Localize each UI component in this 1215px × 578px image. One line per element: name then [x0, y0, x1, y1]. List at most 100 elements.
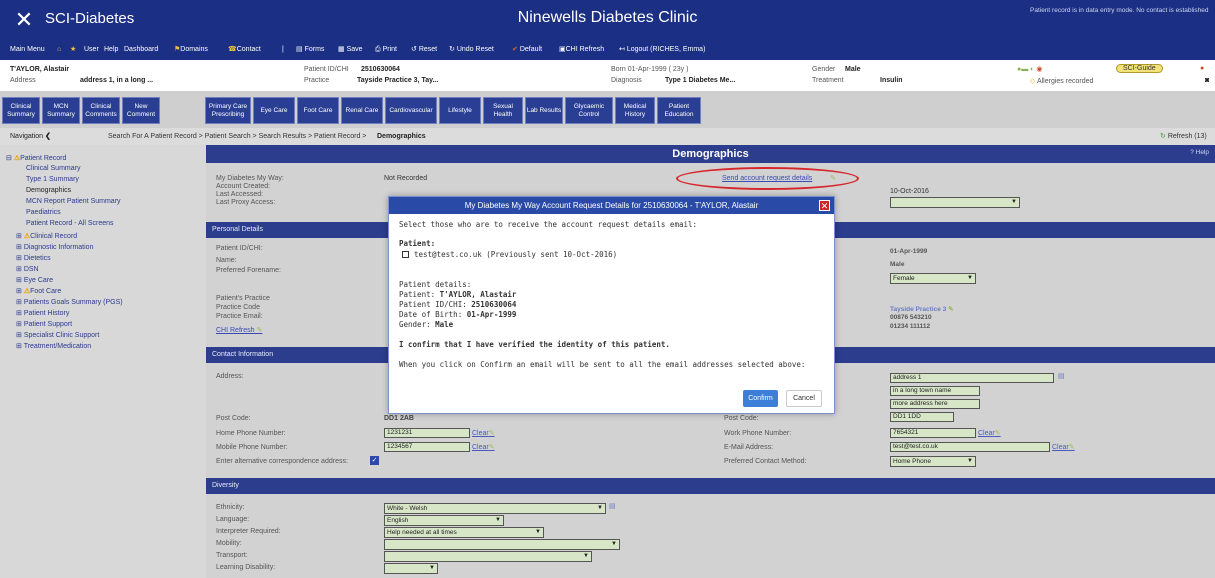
tab-lab-results[interactable]: Lab Results: [525, 97, 563, 124]
sidebar-item-type1-summary[interactable]: Type 1 Summary: [26, 176, 79, 183]
sidebar-item-treatment[interactable]: ⊞ Treatment/Medication: [16, 342, 91, 350]
home-phone-field[interactable]: 1231231: [384, 428, 470, 438]
sci-guide-button[interactable]: SCI-Guide: [1116, 64, 1163, 73]
forms-icon: ▤: [296, 46, 303, 53]
menu-forms-label: Forms: [304, 46, 325, 53]
work-phone-clear-link[interactable]: Clear✎: [978, 429, 1001, 437]
confirm-button[interactable]: Confirm: [743, 390, 778, 407]
sidebar-item-pgs[interactable]: ⊞ Patients Goals Summary (PGS): [16, 298, 123, 306]
tab-eye-care[interactable]: Eye Care: [253, 97, 295, 124]
transport-select[interactable]: ▼: [384, 551, 592, 562]
menu-print[interactable]: ⎙ Print: [375, 40, 397, 60]
sidebar-item-foot-care[interactable]: ⊞ ⚠Foot Care: [16, 287, 61, 295]
sidebar-item-specialist-clinic[interactable]: ⊞ Specialist Clinic Support: [16, 331, 99, 339]
tab-lifestyle[interactable]: Lifestyle: [439, 97, 481, 124]
address-line-1[interactable]: address 1: [890, 373, 1054, 383]
tab-primary-care-prescribing[interactable]: Primary Care Prescribing: [205, 97, 251, 124]
menu-save[interactable]: ▦ Save: [338, 40, 363, 60]
tab-patient-education[interactable]: Patient Education: [657, 97, 701, 124]
email-field[interactable]: test@test.co.uk: [890, 442, 1050, 452]
sidebar-item-dsn[interactable]: ⊞ DSN: [16, 265, 39, 273]
gender-value: Male: [845, 66, 861, 73]
email-option-label[interactable]: test@test.co.uk (Previously sent 10-Oct-…: [414, 250, 617, 259]
menu-chi-refresh[interactable]: ▣CHI Refresh: [559, 40, 604, 60]
address-line-3[interactable]: more address here: [890, 399, 980, 409]
work-phone-field[interactable]: 7654321: [890, 428, 976, 438]
menu-default[interactable]: ✔ Default: [512, 40, 542, 60]
menu-dashboard[interactable]: Dashboard: [124, 40, 158, 60]
language-select[interactable]: English ▼: [384, 515, 504, 526]
mobility-select[interactable]: ▼: [384, 539, 620, 550]
post-code-field[interactable]: DD1 1DD: [890, 412, 954, 422]
menu-chi-refresh-label: CHI Refresh: [565, 46, 605, 53]
address-edit-icon[interactable]: ▤: [1058, 372, 1065, 380]
navigation-toggle[interactable]: Navigation ❮: [10, 128, 51, 145]
star-icon[interactable]: ★: [70, 40, 76, 60]
detail-gender: Gender: Male: [399, 320, 453, 329]
app-header: ✕ SCI-Diabetes Ninewells Diabetes Clinic…: [0, 0, 1215, 40]
menu-forms[interactable]: ▤ Forms: [296, 40, 324, 60]
sidebar-item-paediatrics[interactable]: Paediatrics: [26, 209, 61, 216]
menu-reset[interactable]: ↺ Reset: [411, 40, 437, 60]
interpreter-select[interactable]: Help needed at all times ▼: [384, 527, 544, 538]
cancel-button[interactable]: Cancel: [786, 390, 822, 407]
allergies-indicator[interactable]: ◇ Allergies recorded: [1030, 77, 1093, 85]
status-icons[interactable]: ●▬ ◐ ◉: [1017, 65, 1042, 73]
tab-cardiovascular[interactable]: Cardiovascular: [385, 97, 437, 124]
sidebar-item-all-screens[interactable]: Patient Record - All Screens: [26, 220, 114, 227]
menu-user[interactable]: User: [84, 40, 99, 60]
learning-disability-select[interactable]: ▼: [384, 563, 438, 574]
chevron-down-icon: ▼: [535, 529, 541, 535]
chi-refresh-link[interactable]: CHI Refresh ✎: [216, 326, 262, 334]
mdmw-select[interactable]: ▼: [890, 197, 1020, 208]
address-line-2[interactable]: in a long town name: [890, 386, 980, 396]
sidebar-item-dietetics[interactable]: ⊞ Dietetics: [16, 254, 51, 262]
tab-sexual-health[interactable]: Sexual Health: [483, 97, 523, 124]
mobile-label: Mobile Phone Number:: [216, 444, 288, 451]
tab-renal-care[interactable]: Renal Care: [341, 97, 383, 124]
sidebar-item-clinical-record[interactable]: ⊞ ⚠Clinical Record: [16, 232, 77, 240]
home-icon[interactable]: ⌂: [57, 40, 61, 60]
alert-icon[interactable]: ●: [1200, 65, 1204, 72]
info-icon[interactable]: ◙: [1205, 77, 1209, 84]
sidebar-item-patient-support[interactable]: ⊞ Patient Support: [16, 320, 72, 328]
mobile-field[interactable]: 1234567: [384, 442, 470, 452]
tab-glycaemic-control[interactable]: Glycaemic Control: [565, 97, 613, 124]
account-request-dialog: My Diabetes My Way Account Request Detai…: [388, 196, 835, 414]
close-icon[interactable]: ✕: [819, 200, 830, 211]
menu-undo-reset[interactable]: ↻ Undo Reset: [449, 40, 494, 60]
sidebar-item-demographics[interactable]: Demographics: [26, 187, 71, 194]
email-option-checkbox[interactable]: [402, 251, 409, 258]
email-clear-link[interactable]: Clear✎: [1052, 443, 1075, 451]
sidebar-item-eye-care[interactable]: ⊞ Eye Care: [16, 276, 53, 284]
menu-main-menu[interactable]: Main Menu: [10, 40, 45, 60]
sidebar-item-patient-history[interactable]: ⊞ Patient History: [16, 309, 69, 317]
ethnicity-edit-icon[interactable]: ▤: [609, 502, 616, 510]
pencil-icon: ✎: [1068, 444, 1075, 451]
preferred-contact-select[interactable]: Home Phone ▼: [890, 456, 976, 467]
tab-mcn-summary[interactable]: MCN Summary: [42, 97, 80, 124]
tab-new-comment[interactable]: New Comment: [122, 97, 160, 124]
tab-foot-care[interactable]: Foot Care: [297, 97, 339, 124]
menu-help[interactable]: Help: [104, 40, 118, 60]
home-phone-clear-link[interactable]: Clear✎: [472, 429, 495, 437]
gender-display: Male: [890, 261, 905, 268]
ethnicity-select[interactable]: White - Welsh ▼: [384, 503, 606, 514]
sidebar-item-patient-record[interactable]: ⊟ ⚠Patient Record: [6, 154, 66, 162]
breadcrumb-path[interactable]: Search For A Patient Record > Patient Se…: [108, 128, 366, 145]
sidebar-item-mcn-report[interactable]: MCN Report Patient Summary: [26, 198, 121, 205]
alt-address-checkbox[interactable]: ✓: [370, 456, 379, 465]
sidebar-item-diagnostic[interactable]: ⊞ Diagnostic Information: [16, 243, 93, 251]
menu-contact[interactable]: ☎Contact: [228, 40, 261, 60]
tab-medical-history[interactable]: Medical History: [615, 97, 655, 124]
menu-domains[interactable]: ⚑Domains: [174, 40, 208, 60]
mobile-clear-link[interactable]: Clear✎: [472, 443, 495, 451]
gender-select[interactable]: Female ▼: [890, 273, 976, 284]
sidebar-item-clinical-summary[interactable]: Clinical Summary: [26, 165, 80, 172]
help-link[interactable]: ? Help: [1190, 149, 1209, 156]
refresh-button[interactable]: ↻ Refresh (13): [1160, 128, 1207, 145]
tab-clinical-summary[interactable]: Clinical Summary: [2, 97, 40, 124]
practice-section-label: Patient's Practice: [216, 295, 270, 302]
menu-logout[interactable]: ↤ Logout (RICHES, Emma): [619, 40, 705, 60]
tab-clinical-comments[interactable]: Clinical Comments: [82, 97, 120, 124]
